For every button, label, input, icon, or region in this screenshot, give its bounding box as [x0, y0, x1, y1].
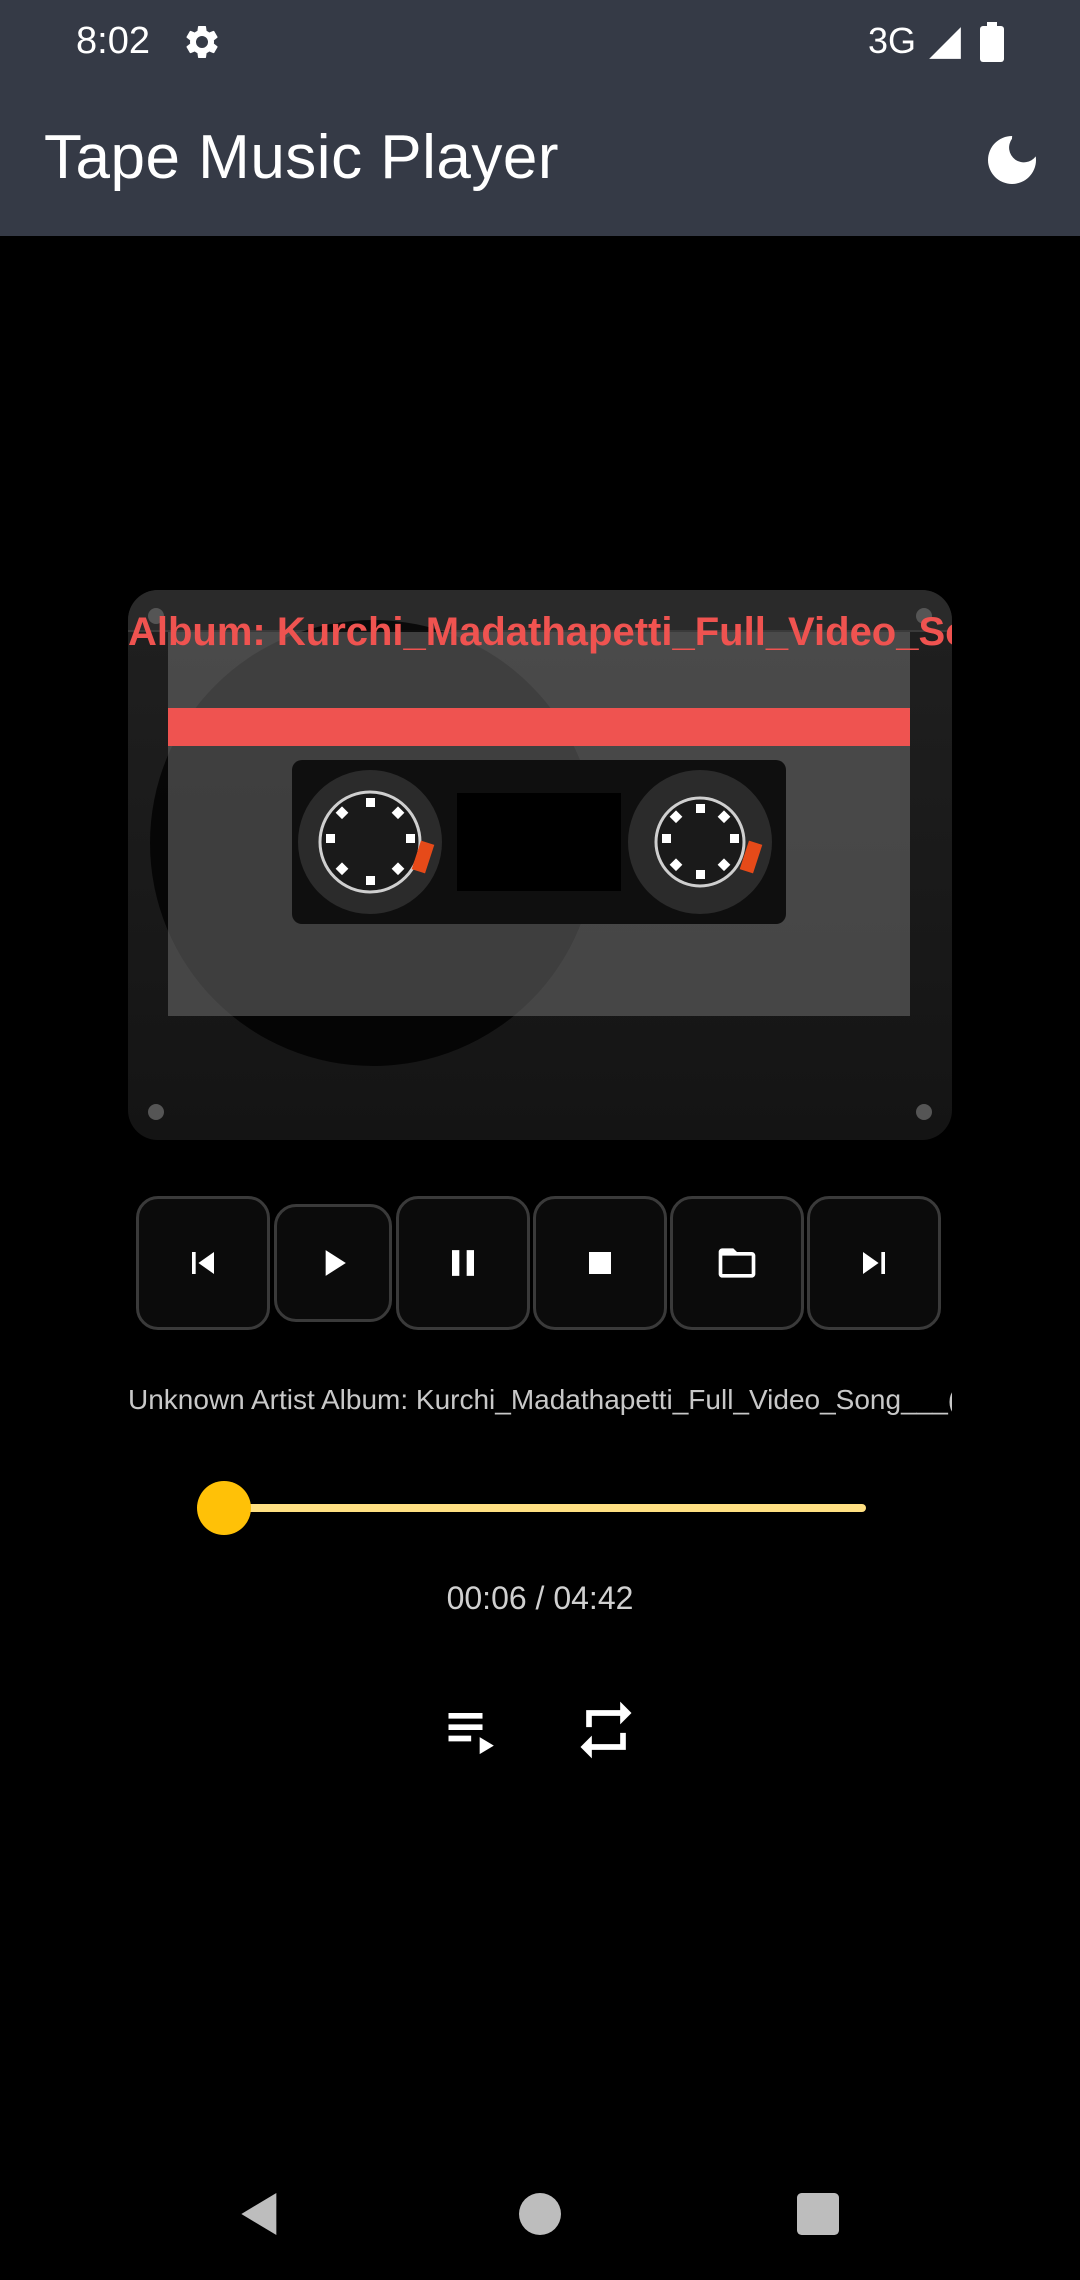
stop-button[interactable] — [533, 1196, 667, 1330]
play-button[interactable] — [274, 1204, 392, 1322]
pause-icon — [452, 1250, 474, 1276]
settings-icon — [186, 25, 218, 58]
screw — [148, 1104, 164, 1120]
track-info: Unknown Artist Album: Kurchi_Madathapett… — [128, 1384, 952, 1415]
signal-icon — [929, 27, 961, 59]
left-reel — [298, 770, 442, 914]
stop-icon — [589, 1252, 611, 1274]
slider-track — [210, 1504, 866, 1512]
play-icon — [325, 1250, 346, 1276]
home-icon[interactable] — [512, 2186, 568, 2242]
cassette-label-text: Album: Kurchi_Madathapetti_Full_Video_So… — [128, 610, 952, 654]
recents-icon[interactable] — [790, 2186, 846, 2242]
label-stripe — [168, 708, 910, 746]
slider-thumb[interactable] — [196, 1481, 251, 1535]
next-button[interactable] — [807, 1196, 941, 1330]
skip-previous-icon — [192, 1252, 214, 1274]
cassette-window — [292, 760, 786, 924]
status-bar: 8:02 3G — [0, 0, 1080, 84]
screw — [916, 1104, 932, 1120]
seek-slider[interactable] — [180, 1480, 890, 1536]
playlist-icon[interactable] — [440, 1696, 508, 1764]
skip-next-icon — [863, 1252, 885, 1274]
pause-button[interactable] — [396, 1196, 530, 1330]
back-icon[interactable] — [232, 2186, 288, 2242]
status-time: 8:02 — [76, 20, 150, 62]
repeat-icon[interactable] — [572, 1696, 640, 1764]
cassette-tape: Album: Kurchi_Madathapetti_Full_Video_So… — [128, 590, 952, 1140]
network-type: 3G — [868, 20, 917, 61]
open-folder-button[interactable] — [670, 1196, 804, 1330]
battery-icon — [980, 22, 1004, 62]
right-reel — [628, 770, 772, 914]
moon-icon[interactable] — [980, 128, 1044, 192]
app-bar: Tape Music Player — [0, 84, 1080, 236]
app-title: Tape Music Player — [44, 123, 560, 192]
playback-time: 00:06 / 04:42 — [446, 1580, 634, 1616]
tape-window — [457, 793, 621, 891]
previous-button[interactable] — [136, 1196, 270, 1330]
folder-icon — [718, 1248, 756, 1278]
